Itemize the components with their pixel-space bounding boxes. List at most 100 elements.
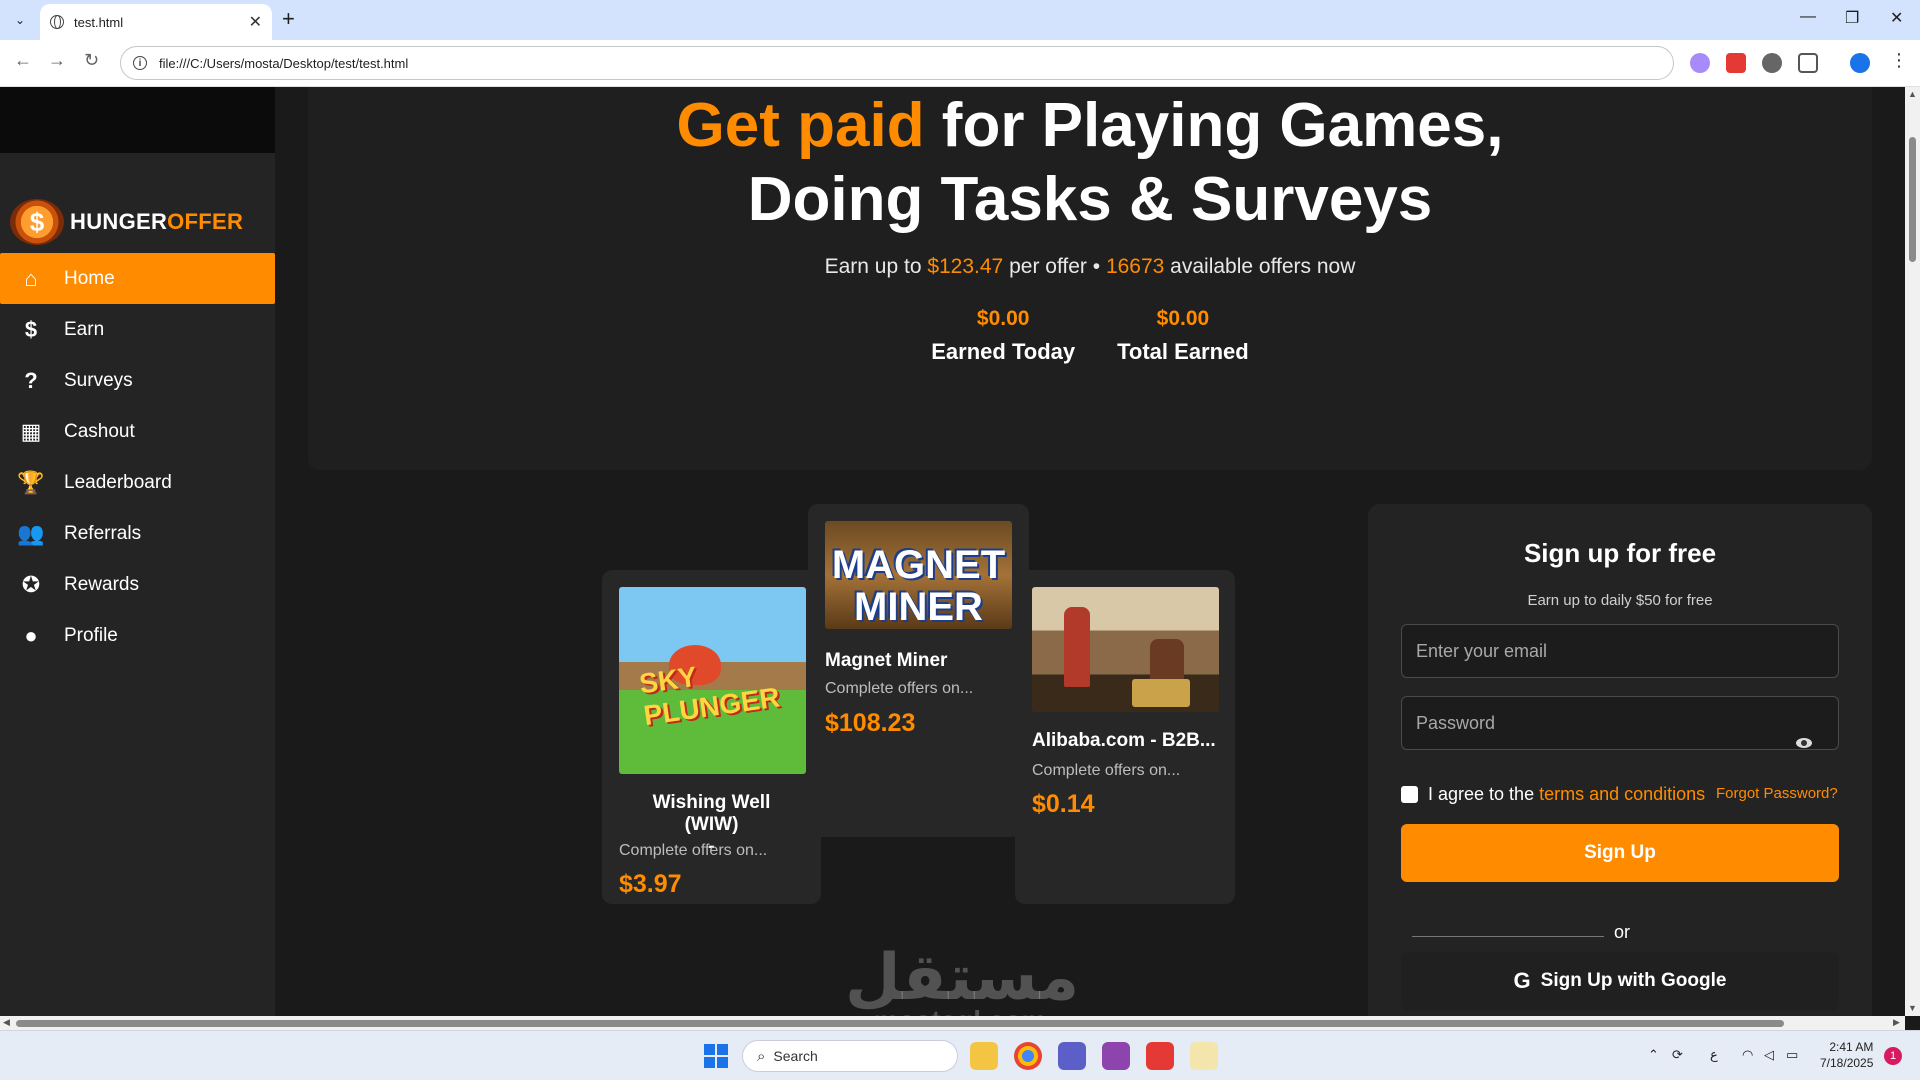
sidebar-item-label: Home	[64, 267, 115, 289]
volume-icon[interactable]: ◁	[1764, 1047, 1774, 1063]
forgot-password-link[interactable]: Forgot Password?	[1716, 785, 1838, 802]
horizontal-scroll-thumb[interactable]	[16, 1020, 1784, 1027]
scroll-right-arrow-icon[interactable]: ▶	[1893, 1017, 1900, 1028]
profile-avatar[interactable]	[1850, 53, 1870, 73]
hero-title-rest: for Playing Games,	[924, 91, 1504, 160]
offer-image-sky-plunger: SKY PLUNGER	[619, 587, 806, 774]
reload-icon[interactable]: ↻	[84, 50, 99, 71]
hero-title: Get paid for Playing Games, Doing Tasks …	[308, 89, 1872, 237]
user-circle-icon: ●	[24, 622, 38, 648]
clipboard-question-icon: ?	[24, 367, 38, 393]
offer-price: $0.14	[1032, 790, 1095, 818]
taskbar-search[interactable]: ⌕ Search	[742, 1040, 958, 1072]
extension-icon-1[interactable]	[1690, 53, 1710, 73]
sidebar-item-surveys[interactable]: ? Surveys	[0, 355, 275, 406]
figure-graphic-1	[1064, 607, 1090, 687]
or-divider-text: or	[1614, 922, 1631, 942]
signup-panel: Sign up for free Earn up to daily $50 fo…	[1368, 504, 1872, 1016]
wps-office-icon[interactable]	[1146, 1042, 1174, 1070]
sidebar-item-home[interactable]: ⌂ Home	[0, 253, 275, 304]
site-logo[interactable]: $ HUNGEROFFER	[10, 199, 243, 245]
clock[interactable]: 2:41 AM 7/18/2025	[1820, 1039, 1873, 1071]
offer-image-text-line1: MAGNET	[831, 543, 1006, 587]
sidebar-item-label: Leaderboard	[64, 471, 172, 493]
extensions-puzzle-icon[interactable]	[1798, 53, 1818, 73]
extension-icon-3[interactable]	[1762, 53, 1782, 73]
terms-checkbox[interactable]	[1401, 786, 1418, 803]
browser-tab[interactable]: test.html ✕	[40, 4, 272, 40]
logo-text: HUNGEROFFER	[70, 209, 243, 235]
tray-chevron-icon[interactable]: ⌃	[1648, 1047, 1659, 1063]
offer-image-alibaba	[1032, 587, 1219, 712]
sidebar-item-profile[interactable]: ● Profile	[0, 610, 275, 661]
minimize-icon[interactable]: —	[1800, 8, 1816, 26]
sidebar-item-rewards[interactable]: ✪ Rewards	[0, 559, 275, 610]
offer-card-wishing-well[interactable]: SKY PLUNGER Wishing Well (WIW) - Complete…	[602, 570, 821, 904]
browser-toolbar: ← → ↻ i file:///C:/Users/mosta/Desktop/t…	[0, 40, 1920, 87]
site-info-icon[interactable]: i	[133, 56, 147, 70]
vscode-insiders-icon[interactable]	[1058, 1042, 1086, 1070]
paint-app-icon[interactable]	[1190, 1042, 1218, 1070]
offer-card-alibaba[interactable]: Alibaba.com - B2B... Complete offers on.…	[1015, 570, 1235, 904]
sidebar-item-label: Rewards	[64, 573, 139, 595]
stat-value: $0.00	[1156, 307, 1210, 330]
wifi-icon[interactable]: ◠	[1742, 1047, 1753, 1063]
offer-card-magnet-miner[interactable]: MAGNET MINER Magnet Miner Complete offer…	[808, 504, 1029, 837]
earnings-stats: $0.00 Earned Today $0.00 Total Earned	[308, 307, 1872, 365]
sidebar-item-cashout[interactable]: ▦ Cashout	[0, 406, 275, 457]
scroll-up-arrow-icon[interactable]: ▲	[1908, 89, 1917, 99]
forward-arrow-icon[interactable]: →	[48, 50, 66, 71]
file-explorer-icon[interactable]	[970, 1042, 998, 1070]
chrome-icon[interactable]	[1014, 1042, 1042, 1070]
offer-count: 16673	[1105, 255, 1165, 278]
sidebar-nav: ⌂ Home $ Earn? Surveys ▦ Cashout 🏆 Leaderboard 👥 R…	[0, 253, 275, 661]
close-window-icon[interactable]: ✕	[1890, 8, 1903, 28]
battery-icon[interactable]: ▭	[1786, 1047, 1798, 1063]
google-signup-button[interactable]: G Sign Up with Google	[1401, 952, 1839, 1010]
offer-description: Complete offers on...	[1032, 762, 1181, 779]
scroll-down-arrow-icon[interactable]: ▼	[1908, 1003, 1917, 1013]
google-signup-label: Sign Up with Google	[1540, 970, 1727, 991]
sidebar-item-label: Surveys	[64, 369, 133, 391]
sidebar-item-label: Referrals	[64, 522, 142, 544]
password-input[interactable]	[1401, 696, 1839, 750]
email-input[interactable]	[1401, 624, 1839, 678]
terms-link[interactable]: terms and conditions	[1539, 784, 1705, 805]
vertical-scroll-thumb[interactable]	[1909, 137, 1916, 262]
agree-label: I agree to the	[1428, 784, 1535, 804]
horizontal-scrollbar[interactable]: ◀ ▶	[0, 1016, 1905, 1030]
stat-total-earned: $0.00 Total Earned	[1117, 307, 1249, 365]
tab-close-icon[interactable]: ✕	[249, 12, 262, 32]
browser-menu-icon[interactable]: ⋮	[1890, 50, 1908, 71]
sidebar-item-label: Cashout	[64, 420, 135, 442]
windows-start-icon[interactable]	[704, 1044, 728, 1068]
extension-icon-2[interactable]	[1726, 53, 1746, 73]
stat-label: Earned Today	[931, 339, 1076, 364]
back-arrow-icon[interactable]: ←	[14, 50, 32, 71]
offer-image-text-line2: MINER	[854, 585, 983, 629]
hero-title-line2: Doing Tasks & Surveys	[747, 165, 1433, 234]
tab-search-chevron-icon[interactable]: ⌄	[8, 8, 32, 32]
notification-badge[interactable]: 1	[1884, 1047, 1902, 1065]
language-indicator[interactable]: ع	[1710, 1047, 1718, 1063]
watermark-arabic: مستقل	[845, 941, 1080, 1013]
address-bar[interactable]: i file:///C:/Users/mosta/Desktop/test/te…	[120, 46, 1674, 80]
hero-sub-post: available offers now	[1164, 255, 1356, 278]
mostaql-watermark: مستقل mostaql.com	[845, 945, 1079, 1016]
signup-button[interactable]: Sign Up	[1401, 824, 1839, 882]
offer-name-line1: Wishing Well (WIW)	[652, 792, 771, 835]
sidebar-item-earn[interactable]: $ Earn	[0, 304, 275, 355]
eye-icon[interactable]	[1796, 738, 1812, 748]
dollar-icon: $	[24, 316, 38, 342]
sync-icon[interactable]: ⟳	[1672, 1047, 1683, 1063]
offer-image-magnet-miner: MAGNET MINER	[825, 521, 1012, 629]
scroll-left-arrow-icon[interactable]: ◀	[3, 1017, 10, 1028]
visual-studio-icon[interactable]	[1102, 1042, 1130, 1070]
vertical-scrollbar[interactable]: ▲ ▼	[1905, 87, 1920, 1016]
sidebar-item-leaderboard[interactable]: 🏆 Leaderboard	[0, 457, 275, 508]
restore-icon[interactable]: ❐	[1845, 8, 1859, 28]
offer-image-text: SKY PLUNGER	[637, 660, 782, 732]
new-tab-button[interactable]: +	[282, 6, 295, 32]
hero-sub-mid: per offer •	[1003, 255, 1106, 278]
sidebar-item-referrals[interactable]: 👥 Referrals	[0, 508, 275, 559]
